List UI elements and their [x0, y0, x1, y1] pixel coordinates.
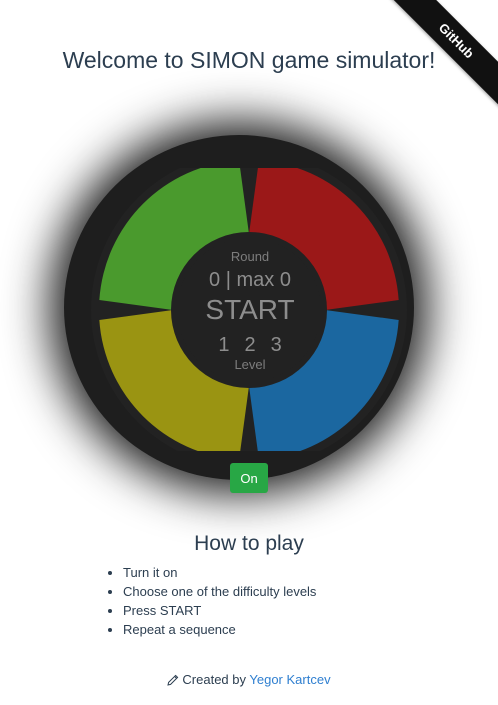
control-panel: Round 0 | max 0 START 1 2 3 Level — [178, 236, 322, 380]
page: GitHub Welcome to SIMON game simulator! … — [0, 0, 498, 705]
level-3-button[interactable]: 3 — [271, 334, 282, 357]
how-to-play-list: Turn it on Choose one of the difficulty … — [107, 565, 316, 641]
round-counter: 0 | max 0 — [209, 269, 291, 291]
level-2-button[interactable]: 2 — [244, 334, 255, 357]
list-item: Turn it on — [107, 565, 316, 584]
list-item: Repeat a sequence — [107, 622, 316, 641]
start-button[interactable]: START — [178, 294, 322, 326]
list-item: Press START — [107, 603, 316, 622]
list-item: Choose one of the difficulty levels — [107, 584, 316, 603]
level-label: Level — [234, 357, 266, 372]
footer-prefix: Created by — [182, 672, 246, 687]
level-1-button[interactable]: 1 — [218, 334, 229, 357]
author-link[interactable]: Yegor Kartcev — [249, 672, 330, 687]
round-label: Round — [230, 249, 270, 264]
page-title: Welcome to SIMON game simulator! — [62, 47, 436, 73]
power-on-button[interactable]: On — [230, 463, 268, 493]
pencil-icon — [167, 674, 179, 689]
level-selector: 1 2 3 — [178, 334, 322, 357]
how-to-play-title: How to play — [194, 532, 304, 555]
footer: Created by Yegor Kartcev — [0, 672, 498, 689]
